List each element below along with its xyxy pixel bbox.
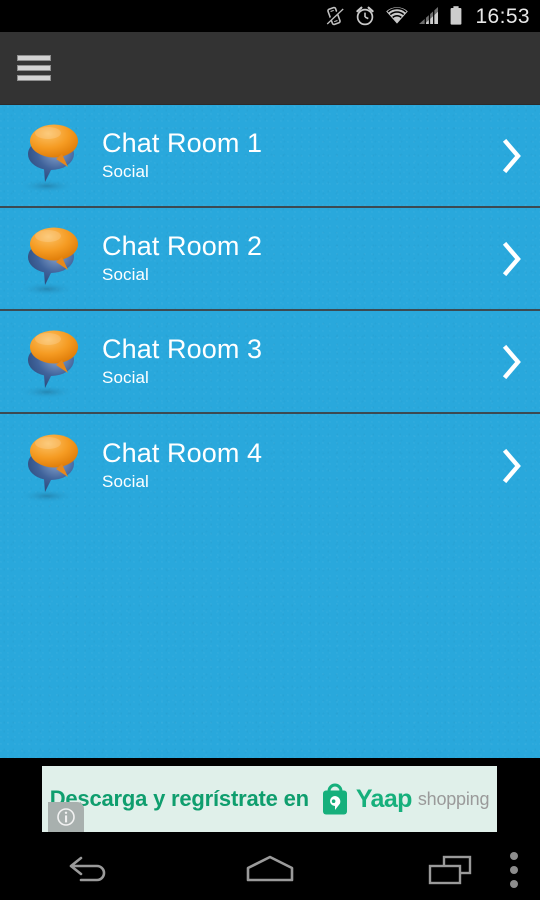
- navigation-bar: [0, 840, 540, 900]
- back-button[interactable]: [0, 840, 180, 900]
- overflow-dot-2: [510, 866, 518, 874]
- recents-icon: [428, 855, 472, 885]
- ad-brand-suffix: shopping: [417, 788, 490, 809]
- ad-content: Descarga y regrístrate en Yaap shopping: [42, 766, 497, 832]
- list-item-text: Chat Room 4 Social: [100, 437, 484, 492]
- list-item[interactable]: Chat Room 1 Social: [0, 105, 540, 208]
- hamburger-menu-icon[interactable]: [17, 55, 51, 81]
- alarm-clock-icon: [356, 6, 375, 26]
- ad-banner[interactable]: Descarga y regrístrate en Yaap shopping: [42, 766, 497, 832]
- chevron-right-icon[interactable]: [484, 138, 540, 174]
- list-item-text: Chat Room 1 Social: [100, 127, 484, 182]
- back-arrow-icon: [69, 856, 106, 882]
- status-bar-clock: 16:53: [475, 4, 530, 28]
- chat-bubbles-icon: [0, 207, 100, 310]
- overflow-dot-3: [510, 880, 518, 888]
- shopping-bag-icon: [322, 783, 347, 815]
- hamburger-bar-2: [17, 65, 51, 71]
- list-item-title: Chat Room 1: [102, 127, 263, 158]
- hamburger-bar-3: [17, 75, 51, 81]
- list-item-subtitle: Social: [102, 368, 149, 388]
- cellular-signal-icon: [419, 7, 439, 24]
- action-bar: [0, 32, 540, 105]
- chat-bubbles-icon: [0, 310, 100, 413]
- overflow-menu-button[interactable]: [488, 840, 540, 900]
- list-item-subtitle: Social: [102, 162, 149, 182]
- ad-banner-container: Descarga y regrístrate en Yaap shopping: [0, 758, 540, 840]
- home-icon: [246, 855, 294, 882]
- list-item-subtitle: Social: [102, 472, 149, 492]
- list-item-text: Chat Room 2 Social: [100, 230, 484, 285]
- chat-bubbles-icon: [0, 414, 100, 517]
- ad-brand-name: Yaap: [355, 784, 413, 813]
- status-bar: 16:53: [0, 0, 540, 32]
- chevron-right-icon[interactable]: [484, 344, 540, 380]
- list-item-title: Chat Room 3: [102, 333, 263, 364]
- list-item-text: Chat Room 3 Social: [100, 333, 484, 388]
- list-item[interactable]: Chat Room 4 Social: [0, 414, 540, 517]
- list-item[interactable]: Chat Room 3 Social: [0, 311, 540, 414]
- ad-brand-logo: Yaap shopping: [320, 781, 489, 817]
- list-item-subtitle: Social: [102, 265, 149, 285]
- list-item[interactable]: Chat Room 2 Social: [0, 208, 540, 311]
- vibrate-icon: [325, 6, 345, 26]
- battery-icon: [451, 6, 462, 25]
- overflow-dot-1: [510, 852, 518, 860]
- ad-headline: Descarga y regrístrate en: [49, 786, 309, 811]
- home-button[interactable]: [180, 840, 360, 900]
- chat-bubbles-icon: [0, 105, 100, 207]
- list-item-title: Chat Room 2: [102, 230, 263, 261]
- wifi-icon: [386, 7, 409, 24]
- phone-screen: 16:53 Chat Room 1 Social Chat Room 2 Soc…: [0, 0, 540, 900]
- chat-room-list: Chat Room 1 Social Chat Room 2 Social Ch…: [0, 105, 540, 758]
- hamburger-bar-1: [17, 55, 51, 61]
- chevron-right-icon[interactable]: [484, 241, 540, 277]
- info-icon[interactable]: [48, 802, 84, 832]
- list-item-title: Chat Room 4: [102, 437, 263, 468]
- chevron-right-icon[interactable]: [484, 448, 540, 484]
